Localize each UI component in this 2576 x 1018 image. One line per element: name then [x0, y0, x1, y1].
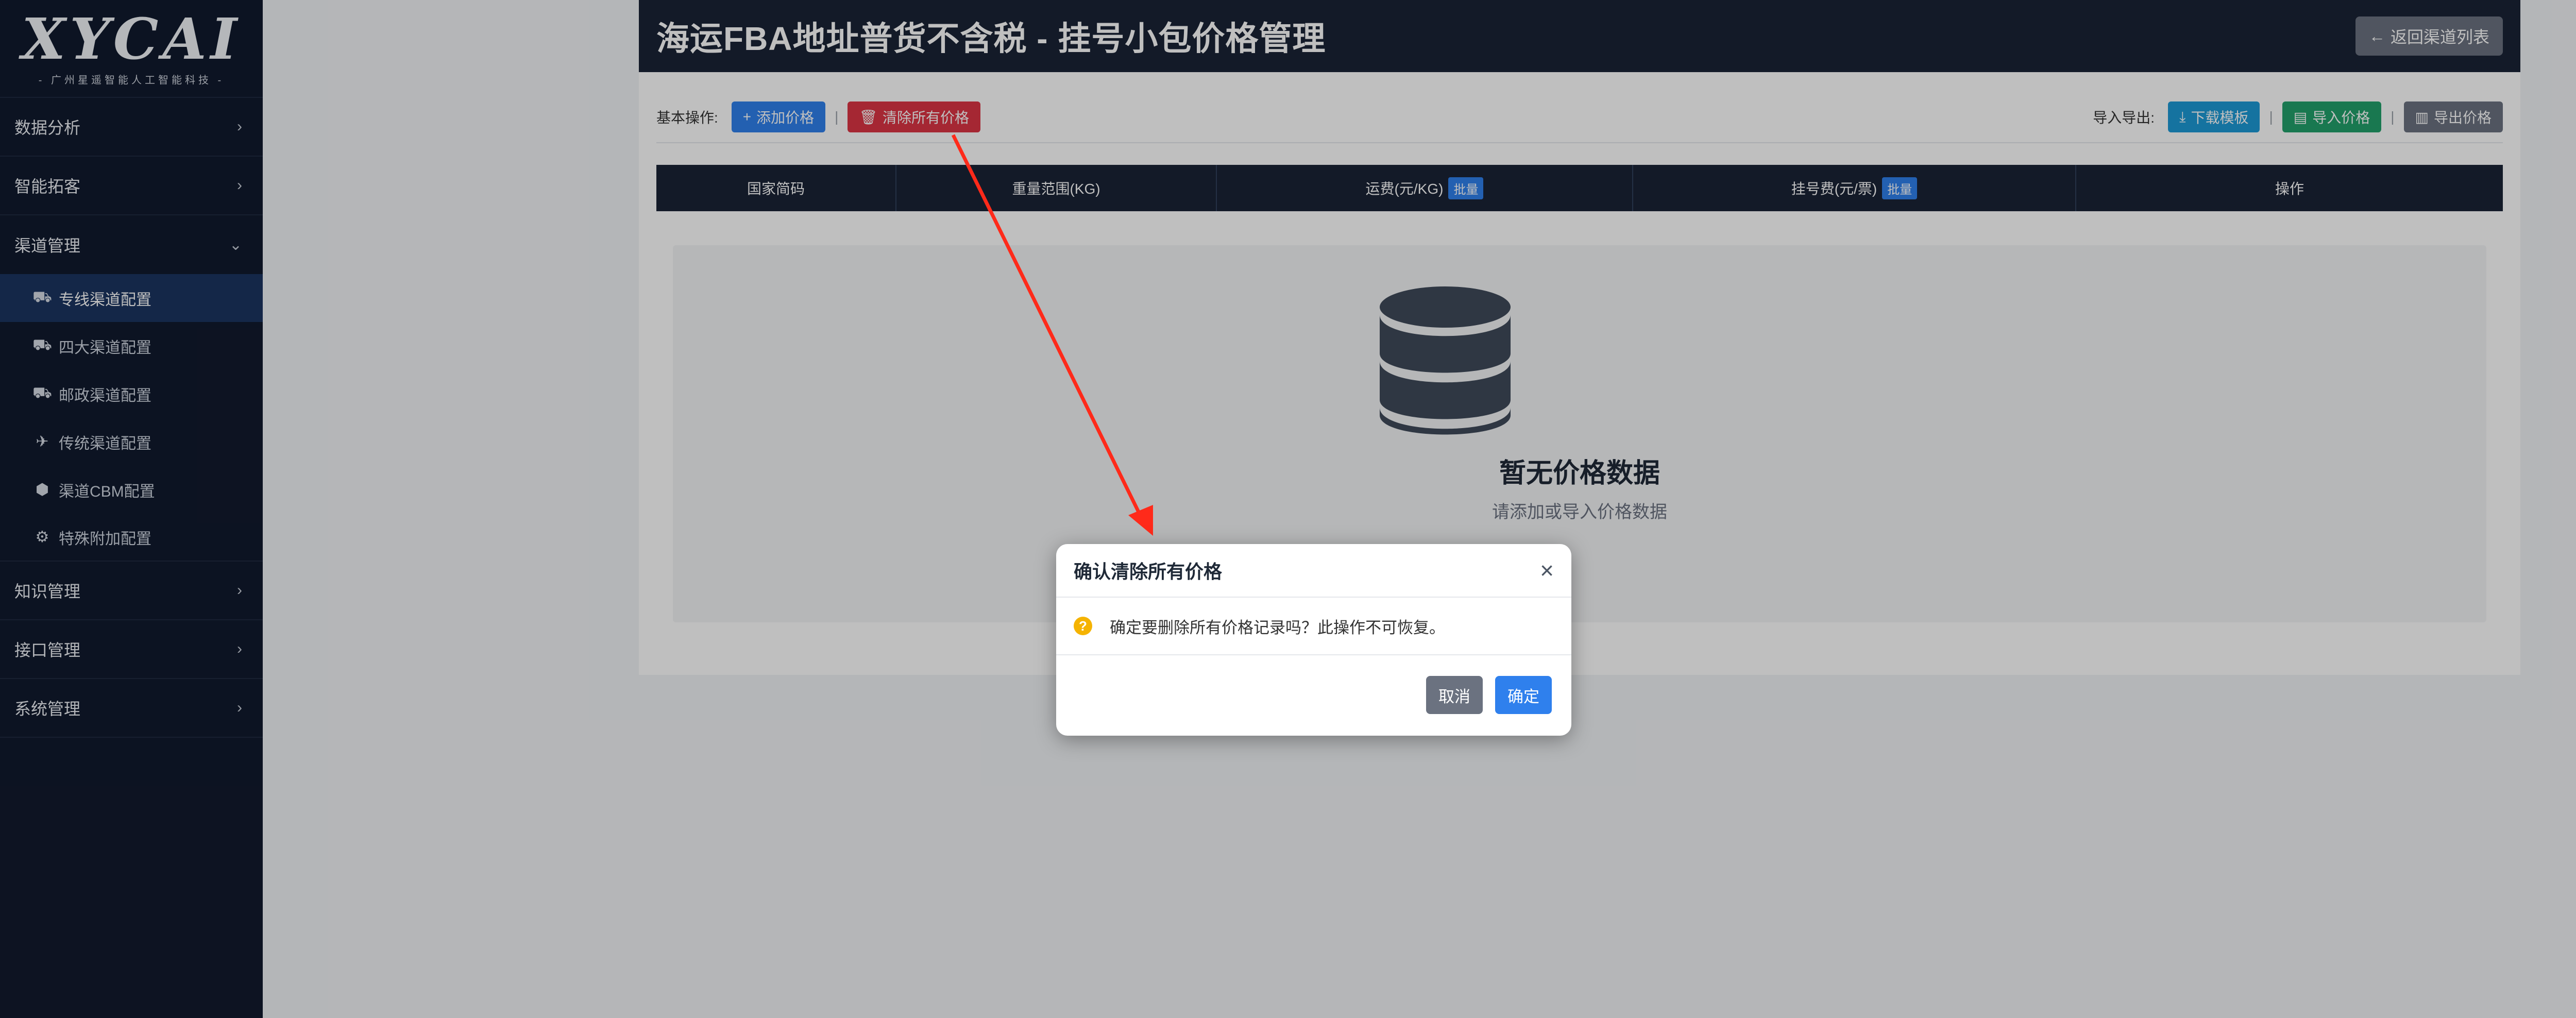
close-icon[interactable]: × — [1540, 558, 1554, 582]
dialog-body: ? 确定要删除所有价格记录吗？此操作不可恢复。 — [1056, 598, 1571, 655]
confirm-button[interactable]: 确定 — [1495, 676, 1552, 714]
dialog-footer: 取消 确定 — [1056, 655, 1571, 735]
modal-backdrop[interactable] — [0, 0, 2576, 1018]
dialog-header: 确认清除所有价格 × — [1056, 544, 1571, 598]
cancel-button[interactable]: 取消 — [1426, 676, 1483, 714]
confirm-clear-dialog: 确认清除所有价格 × ? 确定要删除所有价格记录吗？此操作不可恢复。 取消 确定 — [1056, 544, 1571, 736]
question-icon: ? — [1074, 617, 1092, 635]
dialog-title: 确认清除所有价格 — [1074, 561, 1223, 582]
dialog-message: 确定要删除所有价格记录吗？此操作不可恢复。 — [1110, 618, 1445, 637]
